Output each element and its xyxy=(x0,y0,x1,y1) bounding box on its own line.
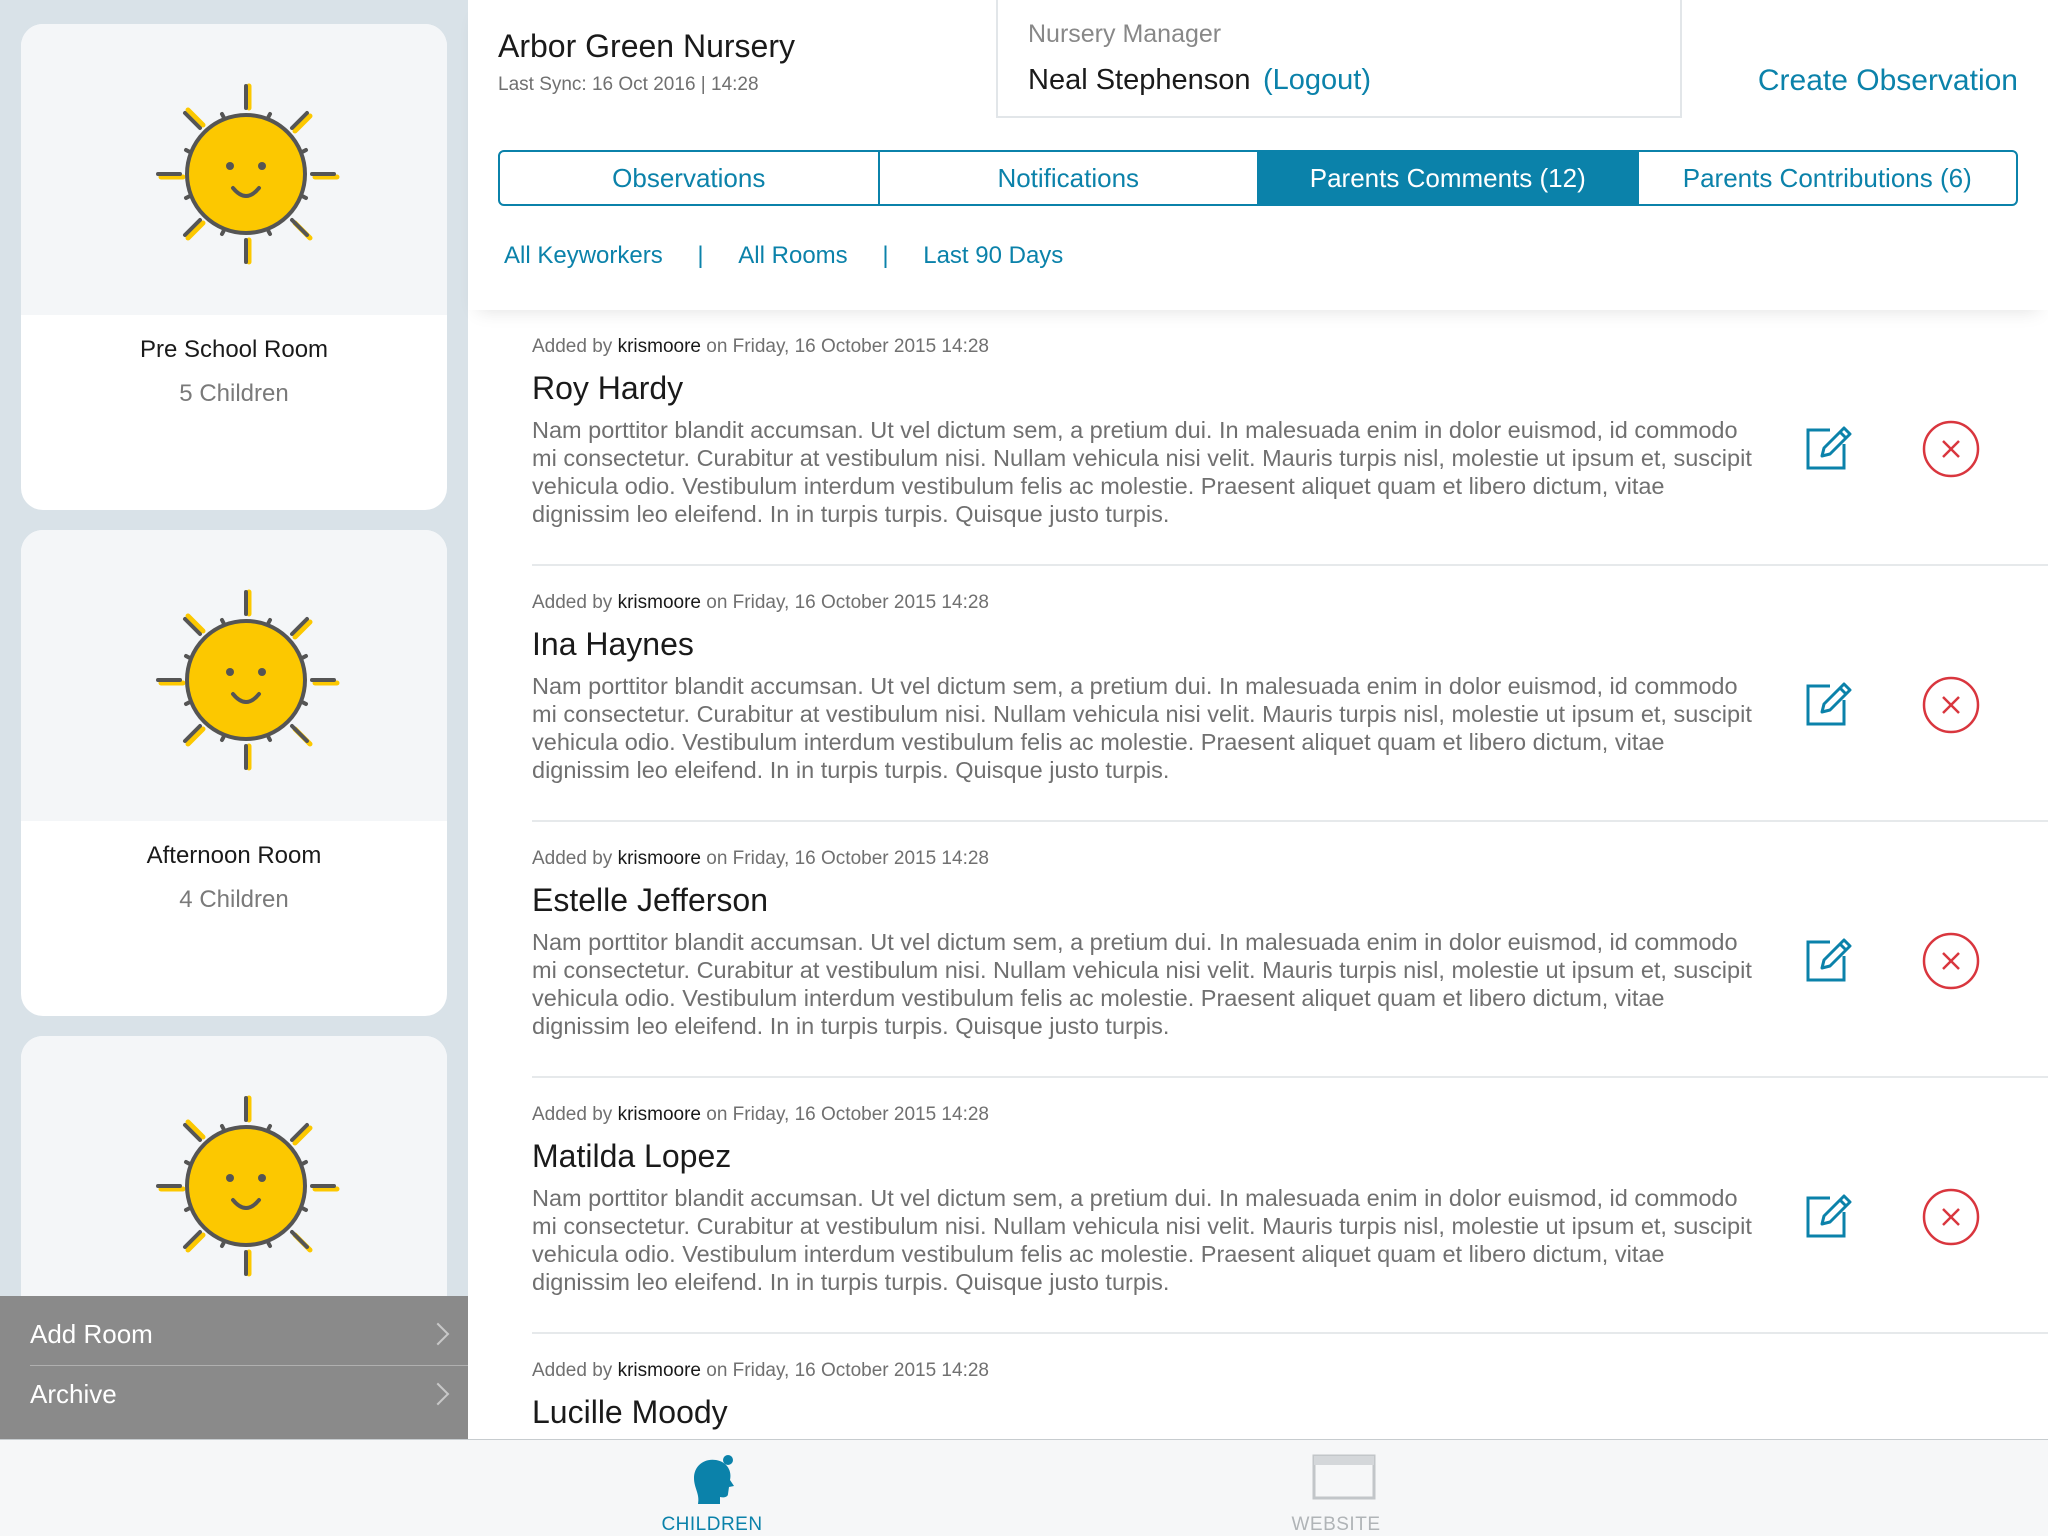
add-room-label: Add Room xyxy=(30,1319,153,1349)
comment-meta: Added by krismoore on Friday, 16 October… xyxy=(532,336,989,358)
create-observation-button[interactable]: Create Observation xyxy=(1758,64,2018,98)
child-name: Matilda Lopez xyxy=(532,1138,732,1174)
comment-author: krismoore xyxy=(617,1360,701,1381)
sun-icon xyxy=(156,589,340,771)
edit-icon[interactable] xyxy=(1804,1190,1852,1240)
tab-children-label: CHILDREN xyxy=(661,1514,763,1535)
tab-parents-contributions[interactable]: Parents Contributions (6) xyxy=(1639,152,2017,204)
room-thumbnail xyxy=(21,1036,447,1327)
room-card-afternoon[interactable]: Afternoon Room 4 Children xyxy=(21,530,447,1016)
comment-text: Nam porttitor blandit accumsan. Ut vel d… xyxy=(532,417,1752,527)
tab-website-label: WEBSITE xyxy=(1291,1514,1381,1535)
archive-label: Archive xyxy=(30,1379,117,1409)
comment-meta: Added by krismoore on Friday, 16 October… xyxy=(532,1104,989,1126)
comment-meta: Added by krismoore on Friday, 16 October… xyxy=(532,592,989,614)
room-thumbnail xyxy=(21,530,447,821)
sidebar-menu: Add Room Archive xyxy=(0,1296,468,1439)
chevron-right-icon xyxy=(426,1382,450,1406)
comment-text: Nam porttitor blandit accumsan. Ut vel d… xyxy=(532,929,1752,1039)
comment-text: Nam porttitor blandit accumsan. Ut vel d… xyxy=(532,673,1752,783)
chevron-right-icon xyxy=(426,1322,450,1346)
room-children-count: 5 Children xyxy=(179,380,289,407)
delete-icon[interactable] xyxy=(1922,676,1980,734)
meta-prefix: Added by xyxy=(532,336,613,357)
comment-meta: Added by krismoore on Friday, 16 October… xyxy=(532,1360,989,1382)
tab-bar: Observations Notifications Parents Comme… xyxy=(498,150,2018,206)
room-name: Pre School Room xyxy=(139,336,329,363)
nursery-name: Arbor Green Nursery xyxy=(498,28,795,64)
filter-keyworkers[interactable]: All Keyworkers xyxy=(504,242,663,270)
filter-rooms[interactable]: All Rooms xyxy=(738,242,847,270)
meta-prefix: Added by xyxy=(532,1104,613,1125)
meta-date: on Friday, 16 October 2015 14:28 xyxy=(706,1360,989,1381)
tab-website[interactable]: WEBSITE xyxy=(1236,1440,1436,1537)
comment-author: krismoore xyxy=(617,1104,701,1125)
tab-children[interactable]: CHILDREN xyxy=(612,1440,812,1537)
manager-panel: Nursery Manager Neal Stephenson (Logout) xyxy=(996,0,1682,118)
manager-name: Neal Stephenson xyxy=(1028,64,1251,96)
add-room-button[interactable]: Add Room xyxy=(0,1304,468,1364)
logout-link[interactable]: (Logout) xyxy=(1263,64,1371,97)
comment-author: krismoore xyxy=(617,848,701,869)
edit-icon[interactable] xyxy=(1804,422,1852,472)
comment-item: Added by krismoore on Friday, 16 October… xyxy=(532,822,2048,1078)
sun-icon xyxy=(156,83,340,265)
room-card-pre-school[interactable]: Pre School Room 5 Children xyxy=(21,24,447,510)
filter-bar: All Keyworkers | All Rooms | Last 90 Day… xyxy=(504,242,1063,270)
filter-separator: | xyxy=(882,242,889,269)
child-name: Roy Hardy xyxy=(532,370,684,406)
meta-prefix: Added by xyxy=(532,1360,613,1381)
comment-text: Nam porttitor blandit accumsan. Ut vel d… xyxy=(532,1185,1752,1295)
filter-period[interactable]: Last 90 Days xyxy=(923,242,1063,270)
edit-icon[interactable] xyxy=(1804,678,1852,728)
comment-item: Added by krismoore on Friday, 16 October… xyxy=(532,310,2048,566)
child-name: Lucille Moody xyxy=(532,1394,728,1430)
child-head-icon xyxy=(694,1455,734,1504)
room-children-count: 4 Children xyxy=(179,886,289,913)
meta-prefix: Added by xyxy=(532,592,613,613)
tab-notifications[interactable]: Notifications xyxy=(880,152,1259,204)
archive-button[interactable]: Archive xyxy=(0,1364,468,1424)
delete-icon[interactable] xyxy=(1922,932,1980,990)
comments-list: Added by krismoore on Friday, 16 October… xyxy=(468,310,2048,1439)
comment-item: Added by krismoore on Friday, 16 October… xyxy=(532,566,2048,822)
tab-parents-comments[interactable]: Parents Comments (12) xyxy=(1259,152,1639,204)
comment-author: krismoore xyxy=(617,592,701,613)
meta-date: on Friday, 16 October 2015 14:28 xyxy=(706,848,989,869)
edit-icon[interactable] xyxy=(1804,934,1852,984)
header: Arbor Green Nursery Last Sync: 16 Oct 20… xyxy=(468,0,2048,310)
manager-role: Nursery Manager xyxy=(1028,20,1222,48)
child-name: Estelle Jefferson xyxy=(532,882,768,918)
last-sync-status: Last Sync: 16 Oct 2016 | 14:28 xyxy=(498,74,759,95)
bottom-tab-bar: CHILDREN WEBSITE xyxy=(0,1439,2048,1536)
room-name: Afternoon Room xyxy=(146,842,322,869)
room-thumbnail xyxy=(21,24,447,315)
meta-date: on Friday, 16 October 2015 14:28 xyxy=(706,1104,989,1125)
comment-item: Added by krismoore on Friday, 16 October… xyxy=(532,1334,2048,1439)
delete-icon[interactable] xyxy=(1922,1188,1980,1246)
child-name: Ina Haynes xyxy=(532,626,694,662)
comment-author: krismoore xyxy=(617,336,701,357)
meta-prefix: Added by xyxy=(532,848,613,869)
sun-icon xyxy=(156,1095,340,1277)
browser-window-icon xyxy=(1312,1454,1376,1500)
tab-observations[interactable]: Observations xyxy=(500,152,880,204)
comment-meta: Added by krismoore on Friday, 16 October… xyxy=(532,848,989,870)
delete-icon[interactable] xyxy=(1922,420,1980,478)
rooms-sidebar: Pre School Room 5 Children Afternoon Roo… xyxy=(0,0,468,1439)
filter-separator: | xyxy=(697,242,704,269)
comment-item: Added by krismoore on Friday, 16 October… xyxy=(532,1078,2048,1334)
meta-date: on Friday, 16 October 2015 14:28 xyxy=(706,592,989,613)
meta-date: on Friday, 16 October 2015 14:28 xyxy=(706,336,989,357)
